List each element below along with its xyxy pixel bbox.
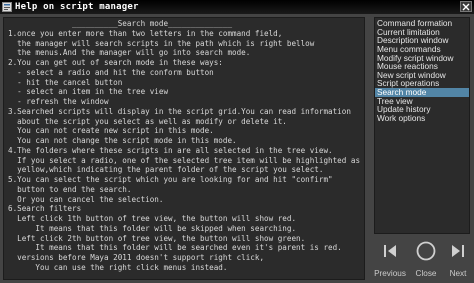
help-text-line: the menus.And the manager will go into s… [8,48,251,58]
circle-icon [415,240,437,262]
help-text-line: It means that this folder will be skippe… [8,223,297,233]
help-text-panel[interactable]: __________Search mode______________ 1.on… [3,17,365,280]
help-text-line: about the script you select as well as m… [8,116,287,126]
help-text-line: - refresh the window [8,97,109,106]
previous-label: Previous [374,269,406,278]
help-text-line: yellow,which indicating the parent folde… [8,165,324,175]
help-text-line: 2.You can get out of search mode in thes… [8,58,223,67]
window-icon [2,2,12,12]
window-close-button[interactable] [460,1,472,12]
close-icon [462,3,470,10]
help-text-line: You can not create new script in this mo… [8,126,214,136]
next-label: Next [449,269,467,278]
help-text-line: You can use the right click menus instea… [8,262,228,272]
help-text-line: Left click 2th button of tree view, the … [8,233,306,243]
topic-item[interactable]: Work options [375,114,469,123]
help-text-line: 1.once you enter more than two letters i… [8,28,283,38]
help-text-line: You can not change the script mode in th… [8,136,237,145]
help-text-line: Or you can cancel the selection. [8,194,164,204]
help-text-line: - select an item in the tree view [8,87,169,97]
help-text-line: If you select a radio, one of the select… [8,155,361,165]
close-button[interactable]: Close [408,238,444,280]
help-text-line: versions before Maya 2011 doesn't suppor… [8,253,265,262]
help-text-line: the manager will search scripts in the p… [8,38,315,48]
help-text-line: __________Search mode______________ [8,19,233,28]
help-text-line: - select a radio and hit the conform but… [8,67,214,77]
help-text-line: 6.Search filters [8,204,82,214]
help-text-line: It means that this folder will be search… [8,243,342,253]
previous-icon [379,240,401,262]
help-text-line: 4.The folders where these scripts in are… [8,145,333,155]
close-label: Close [415,269,437,278]
help-text-line: button to end the search. [8,184,132,194]
help-text-line: 5.You can select the script which you ar… [8,175,333,184]
next-button[interactable]: Next [440,238,474,280]
next-icon [447,240,469,262]
help-text: __________Search mode______________ 1.on… [4,18,364,273]
previous-button[interactable]: Previous [372,238,408,280]
help-text-line: 3.Searched scripts will display in the s… [8,106,351,116]
title-bar[interactable]: Help on script manager [0,0,474,14]
help-text-line: - hit the cancel button [8,77,123,87]
help-text-line: Left click 1th button of tree view, the … [8,214,297,223]
help-window: Help on script manager __________Search … [0,0,474,283]
window-title: Help on script manager [15,2,139,12]
topic-list[interactable]: Command formation Current limitation Descr… [374,17,470,234]
